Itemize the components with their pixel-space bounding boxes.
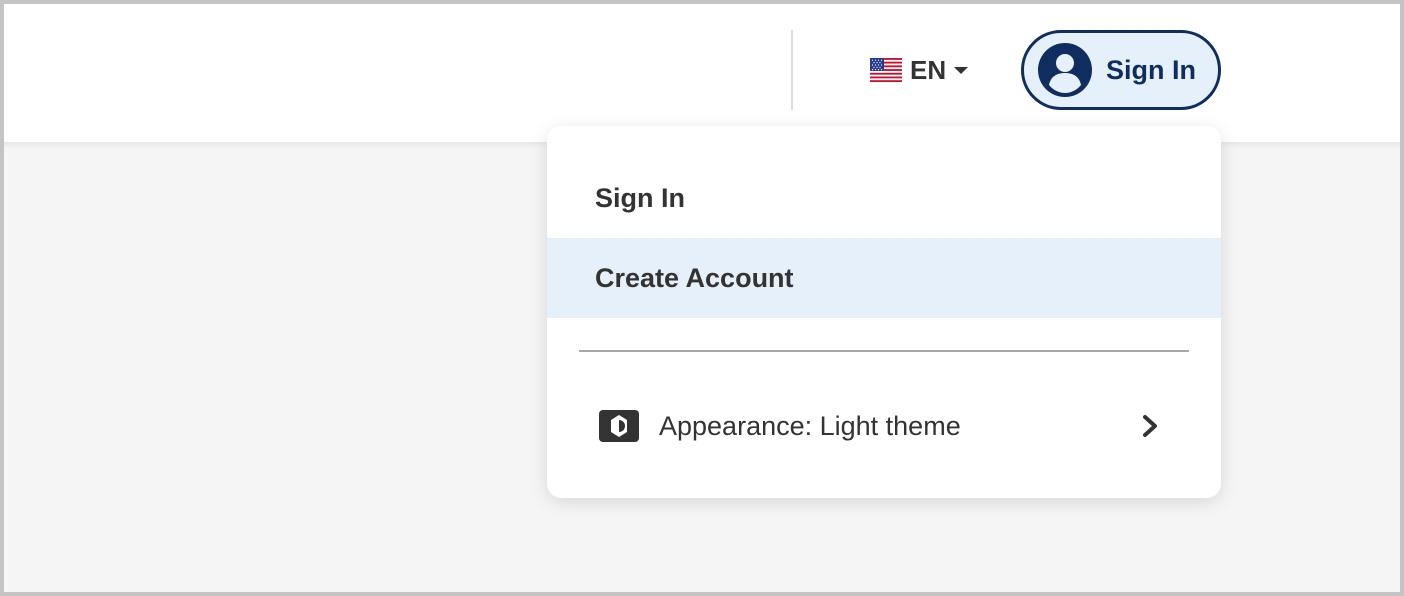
appearance-label: Appearance: Light theme	[659, 410, 961, 441]
chevron-right-icon	[1143, 415, 1157, 437]
language-code: EN	[910, 54, 947, 85]
sign-in-button[interactable]: Sign In	[1021, 30, 1221, 110]
menu-item-create-account[interactable]: Create Account	[547, 238, 1221, 318]
menu-item-sign-in[interactable]: Sign In	[547, 158, 1221, 238]
caret-down-icon	[954, 66, 969, 74]
account-dropdown-menu: Sign In Create Account Appearance: Light…	[547, 126, 1221, 498]
menu-divider	[579, 350, 1189, 352]
header-divider	[791, 30, 793, 110]
user-avatar-icon	[1038, 43, 1092, 97]
sign-in-button-label: Sign In	[1106, 54, 1196, 85]
menu-item-appearance[interactable]: Appearance: Light theme	[547, 386, 1221, 466]
us-flag-icon	[870, 58, 902, 82]
brightness-icon	[599, 410, 639, 442]
top-header: EN Sign In	[0, 0, 1404, 142]
language-selector[interactable]: EN	[870, 54, 969, 86]
